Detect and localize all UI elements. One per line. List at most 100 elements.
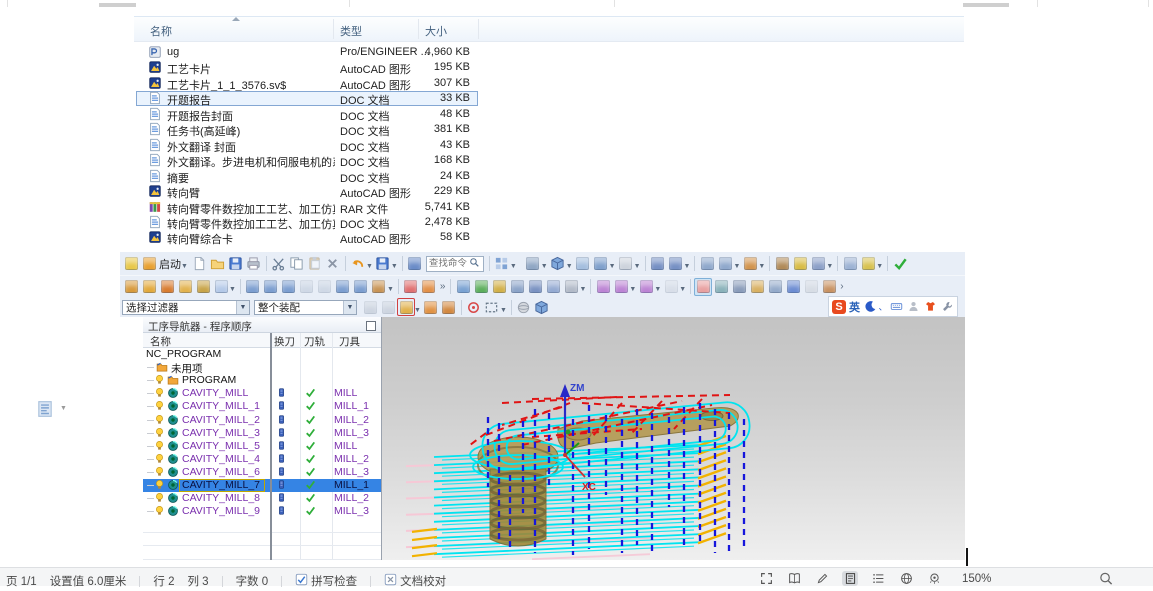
constraints-icon[interactable] (716, 255, 734, 273)
chevron-down-icon[interactable]: ▼ (876, 263, 883, 270)
export-icon[interactable] (406, 255, 424, 273)
paste-operation-icon[interactable] (298, 278, 316, 296)
bulb-icon[interactable] (154, 466, 167, 479)
chevron-down-icon[interactable]: ▼ (579, 286, 586, 293)
bulb-icon[interactable] (154, 453, 167, 466)
nav-col-path[interactable]: 刀轨 (304, 334, 325, 349)
bulb-icon[interactable] (154, 479, 167, 492)
edit-display-icon[interactable] (748, 278, 766, 296)
shaded-ball-icon[interactable] (515, 298, 533, 316)
bulb-icon[interactable] (154, 387, 167, 400)
create-method-icon[interactable] (194, 278, 212, 296)
web-view-icon[interactable] (898, 571, 914, 586)
bulb-icon[interactable] (154, 427, 167, 440)
generate-toolpath-icon[interactable] (402, 278, 420, 296)
statusbar-item[interactable]: 字数 0 (236, 573, 269, 589)
print-icon[interactable] (245, 255, 263, 273)
glasses-icon[interactable] (809, 255, 827, 273)
transform-icon[interactable] (370, 278, 388, 296)
window-layout-icon[interactable] (493, 255, 511, 273)
bulb-icon[interactable] (154, 440, 167, 453)
chevron-down-icon[interactable]: ▼ (500, 307, 507, 314)
chevron-down-icon[interactable]: ▼ (684, 263, 691, 270)
navigator-row[interactable]: CAVITY_MILL_1MILL_1 (143, 400, 381, 413)
bulb-icon[interactable] (154, 400, 167, 413)
create-program-icon[interactable] (140, 278, 158, 296)
replay-toolpath-icon[interactable] (420, 278, 438, 296)
chevron-down-icon[interactable]: ▼ (826, 263, 833, 270)
skin-icon[interactable] (923, 300, 937, 314)
chevron-down-icon[interactable]: ▼ (629, 286, 636, 293)
ime-mode-toggle[interactable]: 英 (849, 299, 860, 315)
read-mode-icon[interactable] (786, 571, 802, 586)
file-row[interactable]: 外文翻译。步进电机和伺服电机的系统控...DOC 文档168 KB (136, 153, 478, 168)
save-icon[interactable] (227, 255, 245, 273)
chevron-down-icon[interactable]: ▼ (541, 263, 548, 270)
circle-gesture-icon[interactable] (465, 298, 483, 316)
sogou-ime-bar[interactable]: S 英 、 (828, 296, 958, 317)
rect-gesture-icon[interactable] (483, 298, 501, 316)
chevron-down-icon[interactable]: ▼ (229, 286, 236, 293)
delete-icon[interactable] (324, 255, 342, 273)
verify-toolpath-icon[interactable] (454, 278, 472, 296)
snap-point-icon[interactable] (361, 298, 379, 316)
assemblies-icon[interactable] (698, 255, 716, 273)
find-object-icon[interactable] (730, 278, 748, 296)
navigator-row[interactable]: NC_PROGRAM (143, 348, 381, 361)
view-orient-icon[interactable] (524, 255, 542, 273)
search-plus-icon[interactable] (766, 278, 784, 296)
navigator-row[interactable]: CAVITY_MILL_6MILL_3 (143, 466, 381, 479)
search-icon[interactable] (469, 255, 480, 273)
statusbar-item[interactable]: 设置值 6.0厘米 (50, 573, 127, 589)
simulate-machine-icon[interactable] (472, 278, 490, 296)
measure-icon[interactable] (841, 255, 859, 273)
chevron-down-icon[interactable]: ▼ (391, 263, 398, 270)
search-input[interactable] (427, 258, 469, 269)
create-geometry-icon[interactable] (176, 278, 194, 296)
zoom-level[interactable]: 150% (962, 573, 991, 585)
edit-operation-icon[interactable] (244, 278, 262, 296)
bulb-icon[interactable] (154, 492, 167, 505)
copy-icon[interactable] (288, 255, 306, 273)
object-display-tools-icon[interactable] (773, 255, 791, 273)
column-size[interactable]: 大小 (425, 23, 447, 39)
outline-view-icon[interactable] (870, 571, 886, 586)
chevron-down-icon[interactable]: ▼ (60, 405, 67, 412)
navigator-row[interactable]: CAVITY_MILL_7MILL_1 (143, 479, 381, 492)
display-mode2-icon[interactable] (592, 255, 610, 273)
display-mode-icon[interactable] (574, 255, 592, 273)
file-row[interactable]: 工艺卡片AutoCAD 图形195 KB (136, 60, 478, 75)
file-row[interactable]: 开题报告封面DOC 文档48 KB (136, 107, 478, 122)
copy-operation-icon[interactable] (280, 278, 298, 296)
nav-col-toolchange[interactable]: 换刀 (274, 334, 295, 349)
file-row[interactable]: 摘要DOC 文档24 KB (136, 169, 478, 184)
start-menu-button[interactable]: 启动▼ (140, 255, 189, 273)
chevron-down-icon[interactable]: ▼ (609, 263, 616, 270)
chevron-down-icon[interactable]: ▼ (566, 263, 573, 270)
file-row[interactable]: 转向臂AutoCAD 图形229 KB (136, 184, 478, 199)
file-row[interactable]: 转向臂综合卡AutoCAD 图形58 KB (136, 230, 478, 245)
statusbar-item[interactable]: 拼写检查 (295, 573, 357, 589)
chevron-down-icon[interactable]: ▼ (654, 286, 661, 293)
object-info-icon[interactable] (352, 278, 370, 296)
paste-inside-icon[interactable] (316, 278, 334, 296)
boundary-icon[interactable] (784, 278, 802, 296)
snap-end-icon[interactable] (379, 298, 397, 316)
chevron-down-icon[interactable]: ▼ (387, 286, 394, 293)
cut-icon[interactable] (270, 255, 288, 273)
chevron-down-icon[interactable]: ▼ (414, 307, 421, 314)
file-row[interactable]: 外文翻译 封面DOC 文档43 KB (136, 138, 478, 153)
customize-icon[interactable] (820, 278, 838, 296)
wrench-icon[interactable] (940, 300, 954, 314)
move-component-icon[interactable] (741, 255, 759, 273)
navigator-row[interactable]: CAVITY_MILL_3MILL_3 (143, 427, 381, 440)
pan-view-icon[interactable] (440, 298, 458, 316)
chevron-down-icon[interactable]: ▼ (510, 263, 517, 270)
chevron-down-icon[interactable]: ▼ (634, 263, 641, 270)
navigator-row[interactable]: CAVITY_MILL_4MILL_2 (143, 453, 381, 466)
file-row[interactable]: 转向臂零件数控加工工艺、加工仿真RAR 文件5,741 KB (136, 200, 478, 215)
nav-col-tool[interactable]: 刀具 (339, 334, 360, 349)
selection-filter-combo[interactable]: 选择过滤器 ▼ (122, 300, 250, 315)
nav-col-name[interactable]: 名称 (150, 334, 171, 349)
pencil-partial-icon[interactable] (122, 255, 140, 273)
